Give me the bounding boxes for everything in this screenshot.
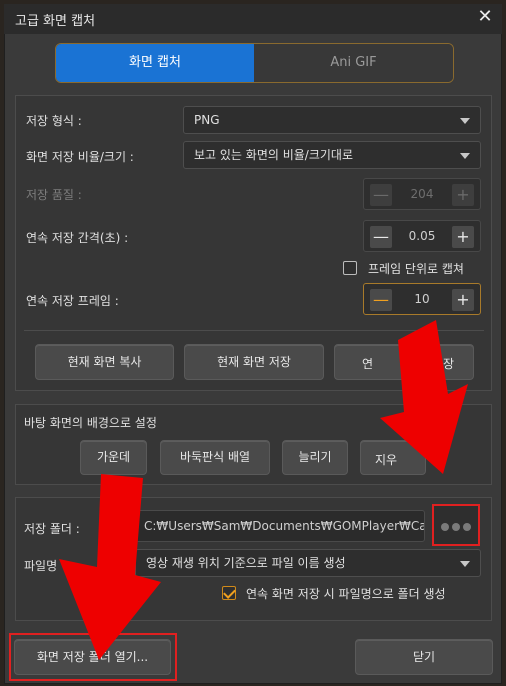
arrow-to-open-folder-icon	[59, 474, 161, 660]
arrow-to-browse-icon	[380, 320, 468, 474]
annotation-arrows	[59, 320, 468, 660]
